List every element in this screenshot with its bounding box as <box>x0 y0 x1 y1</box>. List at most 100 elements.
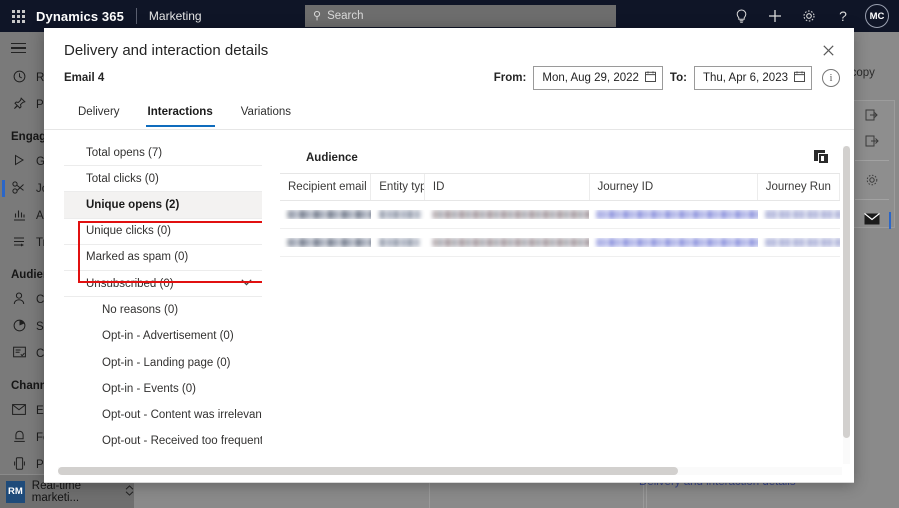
gear-icon[interactable] <box>865 172 879 188</box>
from-label: From: <box>493 72 527 84</box>
screen: Dynamics 365 Marketing ⚲ ? MC a copy <box>0 0 899 508</box>
envelope-icon <box>11 403 27 418</box>
from-date-field[interactable]: Mon, Aug 29, 2022 <box>533 66 663 90</box>
calendar-icon[interactable] <box>644 71 656 85</box>
metric-label: No reasons (0) <box>102 304 179 317</box>
delivery-interaction-dialog: Delivery and interaction details Email 4… <box>44 28 854 483</box>
metric-optin-advertisement[interactable]: Opt-in - Advertisement (0) <box>64 323 262 349</box>
info-icon[interactable]: i <box>822 69 840 87</box>
metric-label: Unique opens (2) <box>86 198 180 211</box>
tab-delivery[interactable]: Delivery <box>64 102 134 127</box>
metric-label: Unsubscribed (0) <box>86 277 174 290</box>
vertical-scrollbar-thumb[interactable] <box>843 146 850 438</box>
cell-entity-type <box>371 210 425 219</box>
metric-label: Opt-in - Advertisement (0) <box>102 330 234 343</box>
metric-marked-as-spam[interactable]: Marked as spam (0) <box>64 245 262 271</box>
journeys-icon <box>11 180 27 197</box>
metric-no-reasons[interactable]: No reasons (0) <box>64 297 262 323</box>
sign-in-icon[interactable] <box>865 107 879 123</box>
column-header-id[interactable]: ID <box>425 174 590 200</box>
table-row[interactable] <box>280 229 840 257</box>
metric-label: Opt-in - Landing page (0) <box>102 356 231 369</box>
close-icon[interactable] <box>814 38 842 62</box>
area-label: Real-time marketi... <box>31 479 82 504</box>
column-header-entity-type[interactable]: Entity type <box>371 174 425 200</box>
brand-title: Dynamics 365 <box>36 8 124 24</box>
cell-journey-id <box>589 210 758 219</box>
triggers-icon <box>11 235 27 251</box>
copy-to-clipboard-icon[interactable] <box>814 150 830 165</box>
tab-variations[interactable]: Variations <box>227 102 305 127</box>
metric-label: Opt-out - Content was irrelevant ( <box>102 408 262 421</box>
metric-total-clicks[interactable]: Total clicks (0) <box>64 166 262 193</box>
forms-icon <box>11 430 27 446</box>
push-icon <box>11 456 27 473</box>
metric-unsubscribed[interactable]: Unsubscribed (0) <box>64 271 262 298</box>
metric-optin-landing-page[interactable]: Opt-in - Landing page (0) <box>64 350 262 376</box>
cell-recipient-email <box>280 238 372 247</box>
metric-optout-irrelevant[interactable]: Opt-out - Content was irrelevant ( <box>64 402 262 428</box>
audience-panel: Audience Recipient email address Entity … <box>280 140 840 470</box>
global-search[interactable]: ⚲ <box>305 5 616 27</box>
clock-icon <box>11 70 27 86</box>
chevron-down-icon[interactable] <box>241 278 252 289</box>
table-row[interactable] <box>280 201 840 229</box>
from-date-value: Mon, Aug 29, 2022 <box>542 72 639 84</box>
chevron-updown-icon[interactable] <box>125 484 134 499</box>
cell-id <box>425 238 590 247</box>
side-panel-rail <box>849 100 895 230</box>
horizontal-scrollbar-thumb[interactable] <box>58 467 678 475</box>
column-header-journey-id[interactable]: Journey ID <box>590 174 758 200</box>
metric-optin-events[interactable]: Opt-in - Events (0) <box>64 376 262 402</box>
to-date-value: Thu, Apr 6, 2023 <box>702 72 788 84</box>
metric-optout-too-frequent[interactable]: Opt-out - Received too frequently <box>64 428 262 454</box>
metric-total-opens[interactable]: Total opens (7) <box>64 140 262 167</box>
person-icon <box>11 292 27 308</box>
tabs-divider <box>44 129 854 130</box>
area-badge: RM <box>6 480 25 503</box>
rail-divider-2 <box>855 198 889 200</box>
audience-header: Audience <box>280 140 840 173</box>
cell-journey-id <box>589 238 758 247</box>
pin-icon <box>11 96 27 113</box>
vertical-scrollbar[interactable] <box>843 146 850 464</box>
column-header-journey-run[interactable]: Journey Run <box>758 174 840 200</box>
metric-unique-opens[interactable]: Unique opens (2) <box>64 192 262 219</box>
dialog-title: Delivery and interaction details <box>64 42 269 59</box>
to-label: To: <box>669 72 687 84</box>
cell-journey-run <box>758 238 840 247</box>
to-date-field[interactable]: Thu, Apr 6, 2023 <box>693 66 812 90</box>
avatar[interactable]: MC <box>865 4 889 28</box>
metric-label: Total clicks (0) <box>86 172 159 185</box>
horizontal-scrollbar[interactable] <box>58 467 842 475</box>
search-input[interactable] <box>327 10 608 22</box>
cell-journey-run <box>758 210 840 219</box>
audience-table-header: Recipient email address Entity type ID J… <box>280 173 840 201</box>
cell-id <box>425 210 590 219</box>
cell-recipient-email <box>280 210 372 219</box>
play-icon <box>11 154 27 169</box>
segments-icon <box>11 319 27 335</box>
metric-label: Total opens (7) <box>86 146 163 159</box>
calendar-icon[interactable] <box>794 71 805 85</box>
column-header-recipient-email[interactable]: Recipient email address <box>280 174 372 200</box>
search-icon: ⚲ <box>313 9 322 22</box>
metric-label: Opt-out - Received too frequently <box>102 435 262 448</box>
app-name: Marketing <box>148 9 202 23</box>
analytics-icon <box>11 208 27 224</box>
rail-divider <box>855 159 889 161</box>
metric-label: Opt-in - Events (0) <box>102 382 196 395</box>
email-icon[interactable] <box>864 211 891 230</box>
metric-label: Marked as spam (0) <box>86 251 189 264</box>
dialog-tabs: Delivery Interactions Variations <box>64 102 305 127</box>
dialog-bottom-divider <box>44 482 854 483</box>
audience-title: Audience <box>306 151 358 164</box>
email-name: Email 4 <box>64 72 105 84</box>
brand-divider <box>135 8 137 24</box>
date-range-filter: From: Mon, Aug 29, 2022 To: Thu, Apr 6, … <box>494 66 840 90</box>
sign-out-icon[interactable] <box>865 132 879 148</box>
waffle-icon[interactable] <box>0 0 36 32</box>
metric-unique-clicks[interactable]: Unique clicks (0) <box>64 219 262 245</box>
cell-entity-type <box>371 238 425 247</box>
tab-interactions[interactable]: Interactions <box>134 102 227 127</box>
